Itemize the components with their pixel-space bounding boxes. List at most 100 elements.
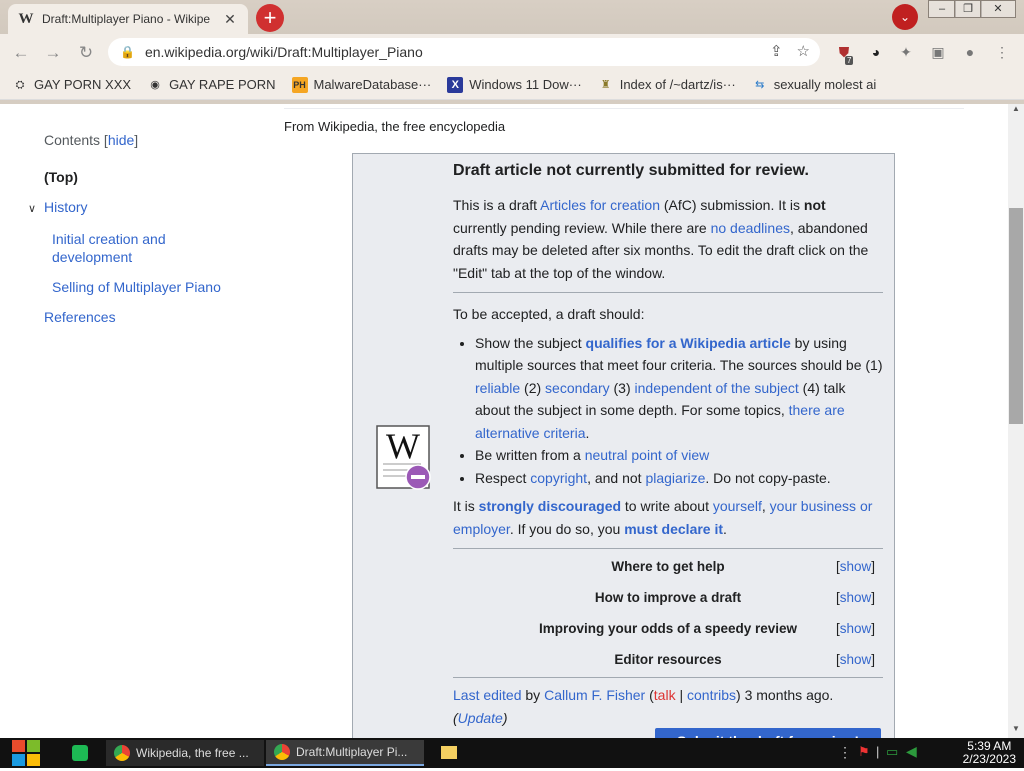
text: Show the subject: [475, 334, 586, 351]
volume-icon[interactable]: ◀: [906, 743, 917, 760]
profile-icon[interactable]: ●: [960, 42, 980, 62]
address-bar[interactable]: 🔒 en.wikipedia.org/wiki/Draft:Multiplaye…: [108, 38, 820, 66]
afc-content: Draft article not currently submitted fo…: [453, 162, 883, 729]
taskbar-label: Draft:Multiplayer Pi...: [296, 745, 408, 759]
coi-paragraph: It is strongly discouraged to write abou…: [453, 495, 883, 540]
tab-strip: W Draft:Multiplayer Piano - Wikipe ✕ + ⌄…: [0, 0, 1024, 34]
contribs-link[interactable]: contribs: [687, 687, 736, 703]
bookmark-item[interactable]: ◉ GAY RAPE PORN: [147, 77, 275, 93]
accept-intro: To be accepted, a draft should:: [453, 306, 645, 322]
extensions-puzzle-icon[interactable]: ✦: [896, 42, 916, 62]
show-link[interactable]: show: [840, 621, 872, 636]
submit-draft-button[interactable]: Submit the draft for review!: [655, 728, 881, 738]
flag-icon[interactable]: ⚑: [858, 744, 870, 760]
bookmark-label: GAY RAPE PORN: [169, 77, 276, 92]
bookmark-label: Windows 11 Dow···: [469, 77, 582, 92]
must-declare-link[interactable]: must declare it: [624, 521, 723, 537]
last-edited-link[interactable]: Last edited: [453, 687, 522, 703]
wikipedia-draft-logo-icon: W: [375, 424, 433, 490]
tab-search-button[interactable]: ⌄: [892, 4, 918, 30]
show-link[interactable]: show: [840, 559, 872, 574]
separator: |: [876, 744, 880, 759]
text: Respect: [475, 469, 531, 486]
no-deadlines-link[interactable]: no deadlines: [711, 220, 790, 236]
reliable-link[interactable]: reliable: [475, 380, 520, 396]
close-window-button[interactable]: ✕: [980, 0, 1016, 18]
toc-item-label: History: [44, 199, 88, 215]
section-speedy-review: Improving your odds of a speedy review [s…: [453, 613, 883, 644]
side-panel-icon[interactable]: ▣: [928, 42, 948, 62]
yourself-link[interactable]: yourself: [713, 498, 762, 514]
toc-item-references[interactable]: References: [44, 308, 248, 326]
scrollbar-thumb[interactable]: [1009, 208, 1023, 424]
new-tab-button[interactable]: +: [256, 4, 284, 32]
tab-title: Draft:Multiplayer Piano - Wikipe: [42, 12, 211, 26]
text: Be written from a: [475, 447, 585, 463]
bookmark-item[interactable]: ⇆ sexually molest ai: [752, 77, 876, 93]
bookmark-item[interactable]: ♜ Index of /~dartz/is···: [598, 77, 736, 93]
tray-overflow-icon[interactable]: ⋮: [838, 744, 852, 761]
windows-start-icon[interactable]: [10, 738, 42, 768]
text: . If you do so, you: [509, 520, 625, 537]
list-item: Be written from a neutral point of view: [475, 444, 883, 467]
divider: [284, 108, 964, 109]
system-clock[interactable]: 5:39 AM 2/23/2023: [963, 740, 1016, 766]
toc-item-initial-creation[interactable]: Initial creation and development: [52, 230, 202, 266]
independent-link[interactable]: independent of the subject: [635, 380, 799, 396]
toc-item-history[interactable]: ∨ History: [28, 198, 248, 218]
back-arrow-icon[interactable]: ←: [10, 42, 32, 64]
svg-text:W: W: [386, 426, 420, 466]
show-link[interactable]: show: [840, 652, 872, 667]
editor-link[interactable]: Callum F. Fisher: [544, 687, 645, 703]
bookmark-icon: X: [447, 76, 464, 93]
articles-for-creation-link[interactable]: Articles for creation: [540, 197, 660, 213]
share-icon[interactable]: ⇪: [770, 42, 783, 60]
strongly-discouraged-link[interactable]: strongly discouraged: [479, 498, 621, 514]
bookmark-star-icon[interactable]: ☆: [797, 42, 810, 60]
section-label: Editor resources: [614, 652, 722, 667]
text: by: [521, 687, 545, 703]
network-icon[interactable]: ▭: [886, 744, 898, 760]
scroll-down-icon[interactable]: ▼: [1008, 724, 1024, 738]
minimize-button[interactable]: –: [928, 0, 956, 18]
toc-item-top[interactable]: (Top): [44, 168, 248, 186]
show-toggle[interactable]: [show]: [836, 590, 875, 605]
talk-link[interactable]: talk: [654, 687, 676, 703]
restore-button[interactable]: ❐: [954, 0, 982, 18]
taskbar-item-wikipedia[interactable]: Wikipedia, the free ...: [106, 740, 264, 766]
menu-dots-icon[interactable]: ⋮: [992, 42, 1012, 62]
show-link[interactable]: show: [840, 590, 872, 605]
update-link[interactable]: Update: [458, 710, 503, 726]
chrome-icon: [114, 745, 130, 761]
toc-hide-link[interactable]: hide: [108, 132, 134, 148]
toc-item-selling[interactable]: Selling of Multiplayer Piano: [52, 278, 248, 296]
app-icon[interactable]: [72, 745, 88, 761]
bookmark-label: Index of /~dartz/is···: [619, 77, 736, 92]
text: .: [723, 520, 727, 537]
neutral-pov-link[interactable]: neutral point of view: [585, 447, 710, 463]
scroll-up-icon[interactable]: ▲: [1008, 104, 1024, 118]
taskbar-item-draft[interactable]: Draft:Multiplayer Pi...: [266, 740, 424, 766]
forward-arrow-icon[interactable]: →: [42, 42, 64, 64]
bookmark-label: MalwareDatabase···: [313, 77, 432, 92]
show-toggle[interactable]: [show]: [836, 621, 875, 636]
copyright-link[interactable]: copyright: [530, 470, 587, 486]
plagiarize-link[interactable]: plagiarize: [645, 470, 705, 486]
tab-active[interactable]: W Draft:Multiplayer Piano - Wikipe ✕: [8, 4, 248, 34]
file-explorer-icon[interactable]: [441, 746, 457, 759]
tab-close-icon[interactable]: ✕: [222, 11, 238, 28]
bookmark-item[interactable]: PH MalwareDatabase···: [291, 76, 432, 93]
text: (2): [520, 379, 546, 396]
bookmark-item[interactable]: X Windows 11 Dow···: [447, 76, 582, 93]
show-toggle[interactable]: [show]: [836, 559, 875, 574]
secondary-link[interactable]: secondary: [545, 380, 610, 396]
extension-avatar-icon[interactable]: ◕: [866, 42, 886, 62]
text: It is: [453, 498, 479, 514]
qualifies-link[interactable]: qualifies for a Wikipedia article: [586, 335, 791, 351]
show-toggle[interactable]: [show]: [836, 652, 875, 667]
page-scrollbar[interactable]: ▲ ▼: [1008, 104, 1024, 738]
reload-icon[interactable]: ↻: [75, 42, 97, 64]
chevron-down-icon[interactable]: ∨: [28, 200, 44, 218]
bookmark-icon: ⛭: [15, 78, 25, 91]
bookmark-item[interactable]: ⛭ GAY PORN XXX: [12, 77, 131, 93]
